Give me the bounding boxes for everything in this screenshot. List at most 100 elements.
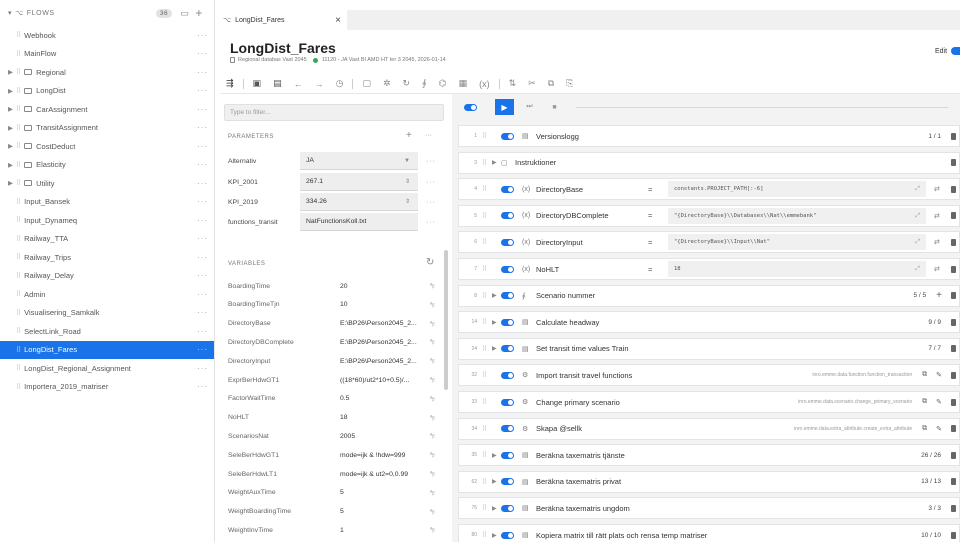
variable-row[interactable]: WeightAuxTime 5 ᵃᵦ: [228, 484, 438, 502]
variable-row[interactable]: ScenariosNat 2005 ᵃᵦ: [228, 427, 438, 445]
step-enable-toggle-icon[interactable]: [501, 265, 514, 273]
step-enable-toggle-icon[interactable]: [501, 398, 514, 406]
sidebar-item[interactable]: ▶ ⠿ Elasticity ···: [0, 156, 214, 175]
open-external-icon[interactable]: ⧉: [922, 371, 927, 379]
more-icon[interactable]: ···: [197, 216, 208, 225]
sidebar-item[interactable]: ⠿ Visualisering_Samkalk ···: [0, 304, 214, 323]
undo-icon[interactable]: ←: [294, 79, 303, 89]
expand-caret-icon[interactable]: ▶: [8, 179, 13, 187]
delete-icon[interactable]: [951, 371, 956, 379]
step-row[interactable]: 33 ⠿ ⚙ Change primary scenario inro.emme.dat…: [458, 391, 960, 413]
drag-handle-icon[interactable]: ⠿: [16, 198, 21, 206]
more-icon[interactable]: ···: [426, 179, 436, 186]
sidebar-item[interactable]: ⠿ MainFlow ···: [0, 45, 214, 64]
drag-handle-icon[interactable]: ⠿: [16, 161, 21, 169]
edit-icon[interactable]: ✎: [936, 425, 942, 433]
drag-handle-icon[interactable]: ⠿: [16, 327, 21, 335]
filter-input[interactable]: Type to filter...: [224, 104, 444, 121]
link-icon[interactable]: ⇄: [934, 265, 940, 273]
sidebar-item[interactable]: ▶ ⠿ CarAssignment ···: [0, 100, 214, 119]
expand-icon[interactable]: ⤢: [915, 185, 920, 193]
link-icon[interactable]: ⇄: [934, 185, 940, 193]
more-icon[interactable]: ···: [197, 197, 208, 206]
drag-handle-icon[interactable]: ⠿: [16, 87, 21, 95]
delete-icon[interactable]: [951, 212, 956, 220]
history-icon[interactable]: ◷: [336, 78, 344, 89]
variable-row[interactable]: DirectoryDBComplete E:\BP26\Person2045_2.…: [228, 333, 438, 351]
drag-handle-icon[interactable]: ⠿: [16, 216, 21, 224]
variable-row[interactable]: SeleBerHdwLT1 mode=ijk & ut2=0,0.99 ᵃᵦ: [228, 465, 438, 483]
expand-caret-icon[interactable]: ▶: [8, 142, 13, 150]
sidebar-item[interactable]: ⠿ Railway_Delay ···: [0, 267, 214, 286]
expand-caret-icon[interactable]: ▶: [8, 68, 13, 76]
more-icon[interactable]: ···: [197, 364, 208, 373]
drag-handle-icon[interactable]: ⠿: [482, 318, 492, 326]
drag-handle-icon[interactable]: ⠿: [482, 398, 492, 406]
link-icon[interactable]: ⌬: [439, 78, 447, 89]
delete-icon[interactable]: [951, 478, 956, 486]
step-row[interactable]: 14 ⠿ ▶ ▤ Calculate headway 9 / 9: [458, 311, 960, 334]
sidebar-item[interactable]: ⠿ Railway_TTA ···: [0, 230, 214, 249]
variable-row[interactable]: ExprBerHdwGT1 ((18*60)/ut2*10+0.5)/... ᵃᵦ: [228, 371, 438, 389]
delete-icon[interactable]: [951, 292, 956, 300]
drag-handle-icon[interactable]: ⠿: [16, 309, 21, 317]
drag-handle-icon[interactable]: ⠿: [482, 371, 492, 379]
play-button[interactable]: ▶: [495, 99, 514, 115]
step-row[interactable]: 62 ⠿ ▶ ▤ Beräkna taxematris privat 13 / 13: [458, 470, 960, 493]
more-icon[interactable]: ···: [197, 234, 208, 243]
folder-icon[interactable]: ▭: [180, 8, 189, 19]
variable-row[interactable]: BoardingTimeTjn 10 ᵃᵦ: [228, 296, 438, 314]
open-external-icon[interactable]: ⧉: [922, 398, 927, 406]
variable-row[interactable]: SeleBerHdwGT1 mode=ijk & !hdw=999 ᵃᵦ: [228, 446, 438, 464]
drag-handle-icon[interactable]: ⠿: [482, 531, 492, 539]
delete-icon[interactable]: [951, 159, 956, 167]
more-icon[interactable]: ···: [426, 199, 436, 206]
sidebar-item[interactable]: ▶ ⠿ Utility ···: [0, 174, 214, 193]
drag-handle-icon[interactable]: ⠿: [16, 179, 21, 187]
more-icon[interactable]: ···: [197, 86, 208, 95]
step-row[interactable]: 24 ⠿ ▶ ▤ Set transit time values Train 7 / 7: [458, 337, 960, 360]
drag-handle-icon[interactable]: ⠿: [16, 364, 21, 372]
drag-handle-icon[interactable]: ⠿: [16, 124, 21, 132]
expand-caret-icon[interactable]: ▶: [492, 319, 501, 326]
drag-handle-icon[interactable]: ⠿: [482, 504, 492, 512]
add-icon[interactable]: +: [195, 6, 203, 20]
sidebar-item[interactable]: ⠿ LongDist_Regional_Assignment ···: [0, 359, 214, 378]
link-icon[interactable]: ⇄: [934, 212, 940, 220]
step-row[interactable]: 34 ⠿ ⚙ Skapa @sellk inro.emme.data.extra_att…: [458, 417, 960, 440]
run-toggle-icon[interactable]: [464, 103, 477, 111]
more-icon[interactable]: ···: [426, 158, 436, 165]
delete-icon[interactable]: [951, 451, 956, 459]
variable-row[interactable]: DirectoryInput E:\BP26\Person2045_2... ᵃᵦ: [228, 352, 438, 370]
link-icon[interactable]: ⇄: [934, 238, 940, 246]
more-icon[interactable]: ···: [197, 327, 208, 336]
expand-caret-icon[interactable]: ▶: [492, 292, 501, 299]
step-enable-toggle-icon[interactable]: [501, 132, 514, 140]
drag-handle-icon[interactable]: ⠿: [482, 185, 492, 193]
expand-caret-icon[interactable]: ▶: [492, 505, 501, 512]
edit-icon[interactable]: ✎: [936, 371, 942, 379]
step-enable-toggle-icon[interactable]: [501, 478, 514, 486]
more-icon[interactable]: ···: [197, 160, 208, 169]
step-row[interactable]: 76 ⠿ ▶ ▤ Beräkna taxematris ungdom 3 / 3: [458, 497, 960, 520]
delete-icon[interactable]: [951, 398, 956, 406]
step-enable-toggle-icon[interactable]: [501, 185, 514, 193]
parameter-value-field[interactable]: 267.1 ⇕: [300, 173, 418, 191]
delete-icon[interactable]: [951, 345, 956, 353]
variable-row[interactable]: WeightBoardingTime 5 ᵃᵦ: [228, 503, 438, 521]
stop-icon[interactable]: ■: [545, 99, 564, 115]
save-icon[interactable]: ▣: [253, 78, 262, 89]
sidebar-item[interactable]: ⠿ Input_Dynameq ···: [0, 211, 214, 230]
drag-handle-icon[interactable]: ⠿: [16, 142, 21, 150]
expand-icon[interactable]: ⤢: [915, 212, 920, 220]
more-icon[interactable]: ···: [197, 345, 208, 354]
cut-icon[interactable]: ✂: [528, 78, 536, 89]
step-row[interactable]: 35 ⠿ ▶ ▤ Beräkna taxematris tjänste 26 / 26: [458, 444, 960, 467]
step-enable-toggle-icon[interactable]: [501, 531, 514, 539]
expression-field[interactable]: 18 ⤢: [668, 261, 926, 277]
scrollbar[interactable]: [444, 250, 448, 390]
delete-icon[interactable]: [951, 132, 956, 140]
more-icon[interactable]: ···: [197, 290, 208, 299]
stepper-icon[interactable]: ⇕: [405, 198, 410, 205]
step-enable-toggle-icon[interactable]: [501, 318, 514, 326]
